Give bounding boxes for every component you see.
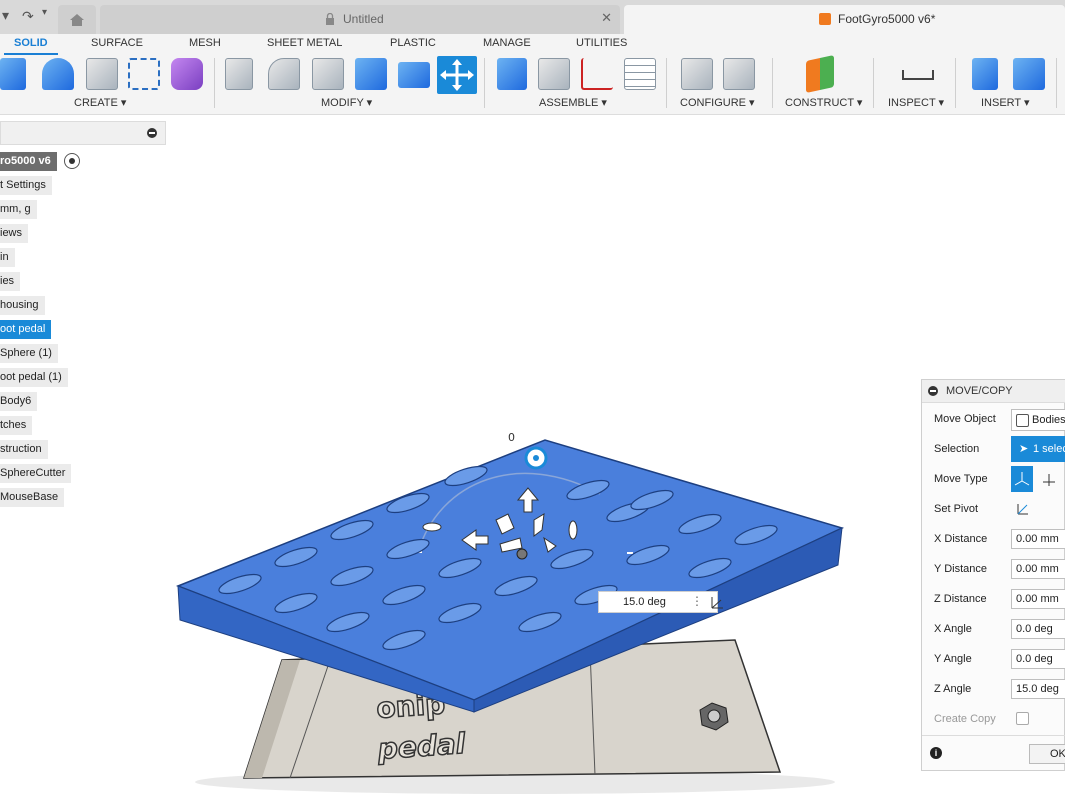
move-type-free-button[interactable] [1011, 466, 1033, 492]
translate-type-icon[interactable] [1041, 472, 1057, 488]
angle-input-value[interactable]: 15.0 deg [623, 596, 666, 608]
set-pivot-icon[interactable] [1015, 501, 1031, 517]
move-object-value: Bodies [1032, 414, 1065, 426]
x-distance-label: X Distance [934, 533, 988, 545]
y-angle-input[interactable]: 0.0 deg [1011, 649, 1065, 669]
viewport-canvas[interactable]: onip pedal 0 [0, 0, 1065, 801]
collapse-dialog-icon[interactable] [928, 386, 938, 396]
cursor-icon: ➤ [1019, 443, 1029, 455]
dialog-title: MOVE/COPY [946, 385, 1013, 397]
y-distance-label: Y Distance [934, 563, 987, 575]
dialog-divider [922, 735, 1065, 736]
nut-hole [707, 709, 721, 723]
y-angle-label: Y Angle [934, 653, 972, 665]
bodies-icon [1016, 414, 1029, 427]
rotation-handle-dot [533, 455, 539, 461]
x-angle-input[interactable]: 0.0 deg [1011, 619, 1065, 639]
pivot-point-icon[interactable] [516, 548, 528, 560]
y-distance-input[interactable]: 0.00 mm [1011, 559, 1065, 579]
ok-button[interactable]: OK [1029, 744, 1065, 764]
axis-triad-icon[interactable] [709, 595, 725, 611]
angle-input-box[interactable]: 15.0 deg ⋮ [598, 591, 723, 613]
selection-value: 1 selec [1033, 443, 1065, 455]
z-angle-input[interactable]: 15.0 deg [1011, 679, 1065, 699]
move-type-label: Move Type [934, 473, 988, 485]
move-object-select[interactable]: Bodies [1011, 409, 1065, 431]
angle-handle-icon[interactable] [568, 520, 578, 540]
selection-label: Selection [934, 443, 980, 455]
dialog-title-bar: MOVE/COPY [922, 380, 1065, 403]
create-copy-label: Create Copy [934, 713, 996, 725]
move-copy-dialog: MOVE/COPY Move Object Bodies Selection ➤… [921, 379, 1065, 771]
base-pedal-text: pedal [376, 727, 467, 766]
angle-handle-icon[interactable] [422, 522, 442, 532]
more-options-icon[interactable]: ⋮ [691, 594, 703, 608]
free-move-icon [1014, 472, 1030, 486]
move-object-label: Move Object [934, 413, 996, 425]
z-distance-input[interactable]: 0.00 mm [1011, 589, 1065, 609]
selection-button[interactable]: ➤ 1 selec [1011, 436, 1065, 462]
info-icon[interactable]: i [930, 747, 942, 759]
create-copy-checkbox[interactable] [1016, 712, 1029, 725]
set-pivot-label: Set Pivot [934, 503, 979, 515]
manip-label: 0 [508, 431, 515, 444]
x-angle-label: X Angle [934, 623, 972, 635]
z-distance-label: Z Distance [934, 593, 987, 605]
x-distance-input[interactable]: 0.00 mm [1011, 529, 1065, 549]
z-angle-label: Z Angle [934, 683, 972, 695]
